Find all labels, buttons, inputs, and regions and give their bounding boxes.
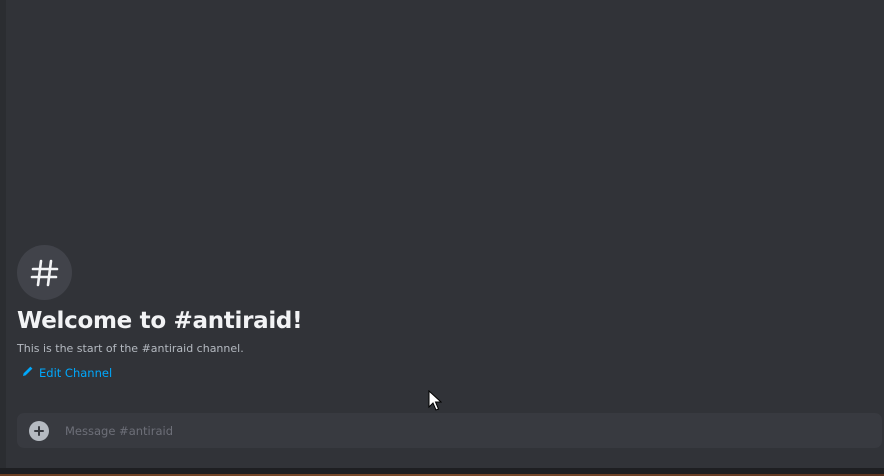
message-composer bbox=[17, 413, 882, 448]
edit-channel-button[interactable]: Edit Channel bbox=[22, 365, 302, 380]
edit-channel-label: Edit Channel bbox=[39, 365, 113, 380]
channel-sidebar-edge bbox=[0, 0, 6, 468]
channel-welcome: Welcome to #antiraid! This is the start … bbox=[17, 245, 303, 380]
chat-area: Welcome to #antiraid! This is the start … bbox=[0, 0, 884, 476]
message-input[interactable] bbox=[63, 414, 882, 447]
hash-icon bbox=[17, 245, 72, 300]
welcome-subtitle: This is the start of the #antiraid chann… bbox=[17, 342, 244, 355]
pencil-icon bbox=[22, 365, 34, 380]
welcome-title: Welcome to #antiraid! bbox=[17, 308, 303, 334]
taskbar-strip bbox=[0, 468, 884, 476]
mouse-pointer-icon bbox=[428, 389, 443, 416]
plus-circle-icon[interactable] bbox=[29, 420, 49, 441]
